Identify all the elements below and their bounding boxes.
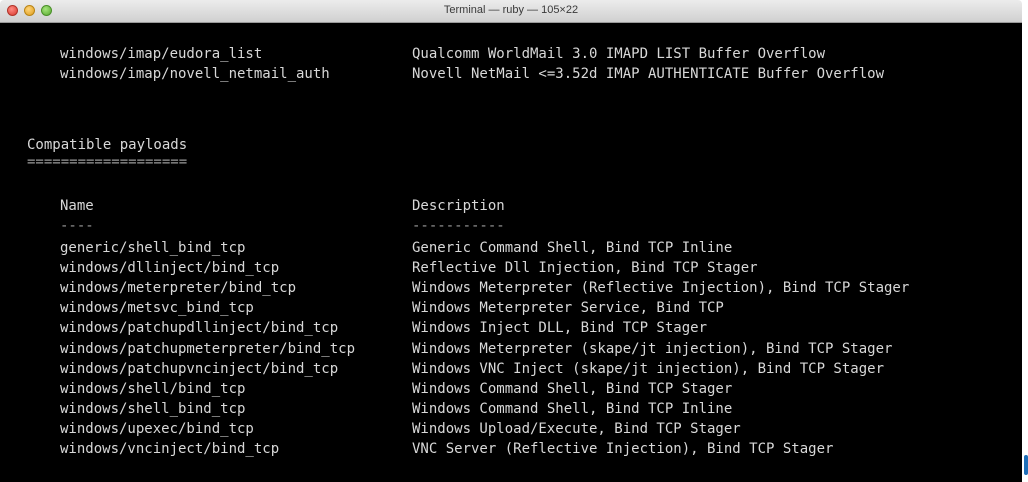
window-title: Terminal — ruby — 105×22	[443, 4, 579, 16]
payload-name: windows/meterpreter/bind_tcp	[60, 280, 297, 296]
column-rule-description: -----------	[412, 218, 505, 234]
payload-name: windows/patchupvncinject/bind_tcp	[60, 361, 339, 377]
payload-description: Windows Meterpreter Service, Bind TCP	[412, 300, 724, 316]
payload-description: Windows Meterpreter (Reflective Injectio…	[412, 280, 910, 296]
payload-name: windows/metsvc_bind_tcp	[60, 300, 254, 316]
payload-name: windows/upexec/bind_tcp	[60, 421, 254, 437]
payload-description: Generic Command Shell, Bind TCP Inline	[412, 240, 733, 256]
section-underline: ===================	[27, 154, 188, 170]
scroll-indicator[interactable]	[1024, 455, 1028, 475]
title-bar[interactable]: Terminal — ruby — 105×22	[0, 0, 1022, 23]
payload-name: generic/shell_bind_tcp	[60, 240, 246, 256]
payload-name: windows/shell/bind_tcp	[60, 381, 246, 397]
payload-description: Windows VNC Inject (skape/jt injection),…	[412, 361, 885, 377]
payload-description: Windows Command Shell, Bind TCP Inline	[412, 401, 733, 417]
terminal-window: Terminal — ruby — 105×22 windows/imap/eu…	[0, 0, 1028, 482]
column-rule-name: ----	[60, 218, 94, 234]
payload-description: Windows Command Shell, Bind TCP Stager	[412, 381, 733, 397]
module-name: windows/imap/eudora_list	[60, 46, 263, 62]
section-title: Compatible payloads	[27, 137, 188, 153]
module-description: Novell NetMail <=3.52d IMAP AUTHENTICATE…	[412, 66, 885, 82]
module-description: Qualcomm WorldMail 3.0 IMAPD LIST Buffer…	[412, 46, 826, 62]
column-header-description: Description	[412, 198, 505, 214]
payload-description: Reflective Dll Injection, Bind TCP Stage…	[412, 260, 758, 276]
column-header-name: Name	[60, 198, 94, 214]
payload-name: windows/vncinject/bind_tcp	[60, 441, 280, 457]
payload-description: VNC Server (Reflective Injection), Bind …	[412, 441, 834, 457]
payload-name: windows/patchupdllinject/bind_tcp	[60, 320, 339, 336]
payload-name: windows/shell_bind_tcp	[60, 401, 246, 417]
module-name: windows/imap/novell_netmail_auth	[60, 66, 330, 82]
payload-name: windows/dllinject/bind_tcp	[60, 260, 280, 276]
payload-description: Windows Meterpreter (skape/jt injection)…	[412, 341, 893, 357]
terminal-output[interactable]: windows/imap/eudora_list Qualcomm WorldM…	[0, 23, 1022, 482]
payload-description: Windows Inject DLL, Bind TCP Stager	[412, 320, 708, 336]
payload-name: windows/patchupmeterpreter/bind_tcp	[60, 341, 356, 357]
payload-description: Windows Upload/Execute, Bind TCP Stager	[412, 421, 741, 437]
